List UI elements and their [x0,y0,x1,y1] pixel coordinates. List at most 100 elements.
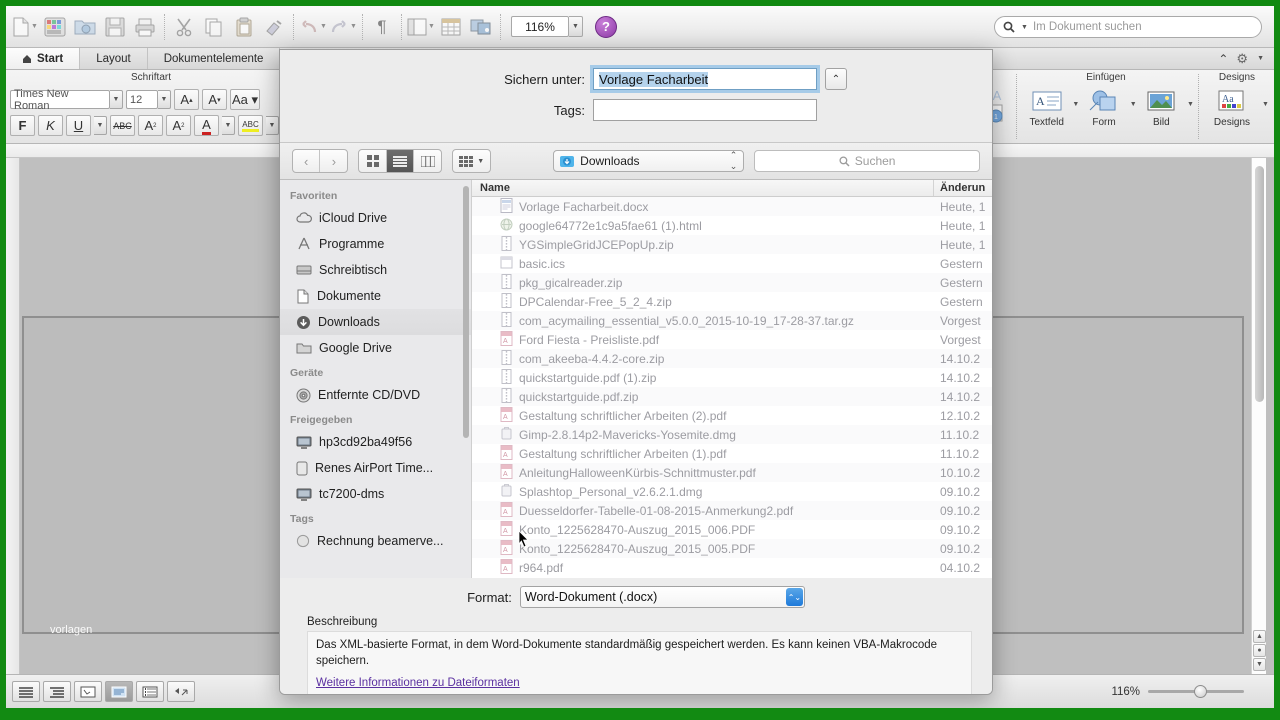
font-color-dropdown[interactable]: ▼ [222,116,235,135]
document-search-field[interactable]: ▼ Im Dokument suchen [994,16,1262,38]
finder-search-field[interactable]: Suchen [754,150,980,172]
zoom-input[interactable]: 116% [511,16,569,37]
chevron-down-icon[interactable]: ▼ [1187,89,1194,108]
file-row[interactable]: basic.icsGestern [472,254,992,273]
column-view-button[interactable] [414,150,441,172]
font-size-dropdown[interactable]: ▼ [158,90,171,109]
font-size-field[interactable]: 12 [126,90,158,109]
file-row[interactable]: ADuesseldorfer-Tabelle-01-08-2015-Anmerk… [472,501,992,520]
file-row[interactable]: AKonto_1225628470-Auszug_2015_006.PDF09.… [472,520,992,539]
back-button[interactable]: ‹ [293,150,320,172]
superscript-button[interactable]: A2 [138,115,163,136]
file-row[interactable]: AGestaltung schriftlicher Arbeiten (1).p… [472,444,992,463]
sidebar-item-google-drive[interactable]: Google Drive [280,335,471,361]
sidebar-toggle-button[interactable]: ▼ [406,11,436,43]
undo-button[interactable]: ▼ [298,11,328,43]
location-popup-button[interactable]: Downloads ⌃⌄ [553,150,744,172]
sidebar-item-tag-rechnung[interactable]: Rechnung beamerve... [280,528,471,554]
chevron-down-icon[interactable]: ▼ [1262,89,1269,108]
file-row[interactable]: AAnleitungHalloweenKürbis-Schnittmuster.… [472,463,992,482]
document-vertical-scrollbar[interactable]: ▲ ● ▼ [1251,158,1266,674]
file-row[interactable]: Ar964.pdf04.10.2 [472,558,992,577]
print-button[interactable] [130,11,160,43]
chevron-up-icon[interactable]: ⌃ [1218,52,1228,66]
font-name-dropdown[interactable]: ▼ [110,90,123,109]
file-row[interactable]: pkg_gicalreader.zipGestern [472,273,992,292]
zoom-slider[interactable] [1148,685,1244,699]
sidebar-item-dokumente[interactable]: Dokumente [280,283,471,309]
sidebar-scrollbar[interactable] [463,186,469,438]
file-row[interactable]: google64772e1c9a5fae61 (1).htmlHeute, 1 [472,216,992,235]
media-button[interactable] [466,11,496,43]
font-name-field[interactable]: Times New Roman [10,90,110,109]
icon-view-button[interactable] [359,150,386,172]
sidebar-item-schreibtisch[interactable]: Schreibtisch [280,257,471,283]
sidebar-item-icloud-drive[interactable]: iCloud Drive [280,205,471,231]
file-row[interactable]: Splashtop_Personal_v2.6.2.1.dmg09.10.2 [472,482,992,501]
help-icon[interactable]: ? [595,16,617,38]
new-document-button[interactable]: ▼ [10,11,40,43]
subscript-button[interactable]: A2 [166,115,191,136]
chevron-down-icon[interactable]: ▼ [1257,55,1264,62]
outline-view-button[interactable] [43,681,71,702]
chevron-down-icon[interactable]: ▼ [1130,89,1137,108]
fullscreen-view-button[interactable] [167,681,195,702]
slider-knob[interactable] [1194,685,1207,698]
file-row[interactable]: Vorlage Facharbeit.docxHeute, 1 [472,197,992,216]
table-button[interactable] [436,11,466,43]
chevron-down-icon[interactable]: ▼ [1072,89,1079,108]
bold-button[interactable]: F [10,115,35,136]
file-row[interactable]: quickstartguide.pdf (1).zip14.10.2 [472,368,992,387]
format-painter-button[interactable] [259,11,289,43]
font-color-button[interactable]: A [194,115,219,136]
file-row[interactable]: Gimp-2.8.14p2-Mavericks-Yosemite.dmg11.1… [472,425,992,444]
save-button[interactable] [100,11,130,43]
grow-font-button[interactable]: A▴ [174,89,199,110]
scroll-down-button[interactable]: ▼ [1253,658,1266,671]
column-header-date[interactable]: Änderun [934,180,992,196]
zoom-dropdown-button[interactable]: ▼ [569,16,583,37]
insert-shape-button[interactable]: Form [1083,89,1124,128]
shrink-font-button[interactable]: A▾ [202,89,227,110]
sidebar-item-downloads[interactable]: Downloads [280,309,471,335]
highlight-button[interactable]: ABC [238,115,263,136]
format-popup-button[interactable]: Word-Dokument (.docx) ⌃⌄ [520,586,805,608]
forward-button[interactable]: › [320,150,347,172]
scroll-select-button[interactable]: ● [1253,644,1266,657]
notebook-view-button[interactable] [136,681,164,702]
strikethrough-button[interactable]: ABC [110,115,135,136]
file-row[interactable]: quickstartguide.pdf.zip14.10.2 [472,387,992,406]
file-row[interactable]: AKonto_1225628470-Auszug_2015_005.PDF09.… [472,539,992,558]
show-formatting-button[interactable]: ¶ [367,11,397,43]
publishing-view-button[interactable] [74,681,102,702]
underline-dropdown[interactable]: ▼ [94,116,107,135]
copy-button[interactable] [199,11,229,43]
file-row[interactable]: AGestaltung schriftlicher Arbeiten (2).p… [472,406,992,425]
tags-input[interactable] [593,99,817,121]
scroll-up-button[interactable]: ▲ [1253,630,1266,643]
paste-button[interactable] [229,11,259,43]
file-row[interactable]: DPCalendar-Free_5_2_4.zipGestern [472,292,992,311]
file-row[interactable]: YGSimpleGridJCEPopUp.zipHeute, 1 [472,235,992,254]
tab-layout[interactable]: Layout [80,48,148,69]
sidebar-item-entfernte-cd-dvd[interactable]: Entfernte CD/DVD [280,382,471,408]
change-case-button[interactable]: Aa ▾ [230,89,260,110]
gear-icon[interactable]: ⚙ [1236,51,1248,67]
highlight-dropdown[interactable]: ▼ [266,116,279,135]
insert-picture-button[interactable]: Bild [1141,89,1182,128]
tab-dokumentelemente[interactable]: Dokumentelemente [148,48,281,69]
file-row[interactable]: com_acymailing_essential_v5.0.0_2015-10-… [472,311,992,330]
designs-button[interactable]: Aa Designs [1206,89,1258,128]
list-view-button[interactable] [387,150,414,172]
redo-button[interactable]: ▼ [328,11,358,43]
file-row[interactable]: com_akeeba-4.4.2-core.zip14.10.2 [472,349,992,368]
cut-button[interactable] [169,11,199,43]
sidebar-item-tc7200-dms[interactable]: tc7200-dms [280,481,471,507]
file-formats-info-link[interactable]: Weitere Informationen zu Dateiformaten [316,677,520,689]
save-as-input[interactable]: Vorlage Facharbeit [593,68,817,90]
tab-start[interactable]: Start [6,48,80,69]
italic-button[interactable]: K [38,115,63,136]
insert-textbox-button[interactable]: A Textfeld [1026,89,1067,128]
column-header-name[interactable]: Name [472,180,934,196]
arrange-button[interactable]: ▼ [452,149,491,173]
